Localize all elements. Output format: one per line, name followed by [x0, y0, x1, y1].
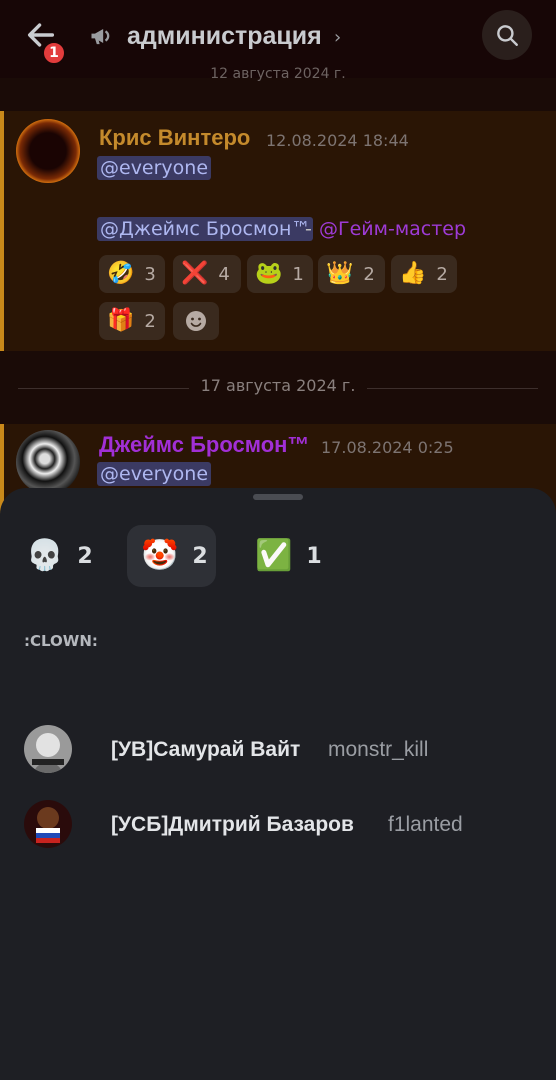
- tab-clown[interactable]: 🤡 2: [127, 525, 216, 587]
- channel-title[interactable]: администрация: [127, 22, 322, 51]
- search-button[interactable]: [482, 10, 532, 60]
- list-item[interactable]: [УВ]Самурай Вайт monstr_kill: [0, 719, 556, 779]
- reactions-sheet: 💀 2 🤡 2 ✅ 1 :CLOWN: [УВ]Самурай Вайт mon…: [0, 488, 556, 1080]
- megaphone-icon: [88, 22, 116, 50]
- date-divider-label: 17 августа 2024 г.: [188, 376, 368, 395]
- message-list[interactable]: 12 августа 2024 г. Крис Винтеро 12.08.20…: [0, 66, 556, 524]
- message-timestamp: 12.08.2024 18:44: [266, 131, 409, 150]
- reaction-name-label: :CLOWN:: [24, 632, 98, 650]
- chevron-right-icon: ›: [334, 27, 342, 48]
- date-divider-top: 12 августа 2024 г.: [210, 66, 346, 82]
- user-handle: monstr_kill: [328, 738, 429, 761]
- message-author[interactable]: Джеймс Бросмон™: [99, 432, 309, 458]
- tab-check[interactable]: ✅ 1: [241, 525, 331, 587]
- mention-user[interactable]: @Джеймс Бросмон™: [97, 217, 314, 241]
- avatar[interactable]: [24, 800, 72, 848]
- tab-count: 2: [192, 543, 208, 569]
- check-icon: ✅: [255, 538, 293, 573]
- user-display-name: [УВ]Самурай Вайт: [111, 738, 301, 761]
- reaction-gift[interactable]: 🎁 2: [99, 302, 165, 340]
- mention-role[interactable]: @Гейм-мастер: [319, 218, 466, 240]
- reaction-thumbsup[interactable]: 👍 2: [391, 255, 457, 293]
- skull-icon: 💀: [26, 538, 64, 573]
- separator-dash: -: [305, 218, 312, 240]
- drag-handle[interactable]: [253, 494, 303, 500]
- tab-skull[interactable]: 💀 2: [12, 525, 108, 587]
- tab-count: 1: [306, 543, 322, 569]
- reaction-cross[interactable]: ❌ 4: [173, 255, 241, 293]
- message-author[interactable]: Крис Винтеро: [99, 125, 250, 151]
- avatar[interactable]: [16, 119, 80, 183]
- user-display-name: [УСБ]Дмитрий Базаров: [111, 813, 354, 836]
- add-reaction-button[interactable]: [173, 302, 219, 340]
- message-timestamp: 17.08.2024 0:25: [321, 438, 454, 457]
- reaction-crown[interactable]: 👑 2: [318, 255, 385, 293]
- reaction-pepe[interactable]: 🐸 1: [247, 255, 313, 293]
- mention-everyone[interactable]: @everyone: [97, 462, 212, 486]
- reaction-rofl[interactable]: 🤣 3: [99, 255, 165, 293]
- search-icon: [497, 25, 518, 46]
- avatar[interactable]: [16, 430, 80, 494]
- mention-everyone[interactable]: @everyone: [97, 156, 212, 180]
- user-handle: f1lanted: [388, 813, 463, 836]
- avatar[interactable]: [24, 725, 72, 773]
- list-item[interactable]: [УСБ]Дмитрий Базаров f1lanted: [0, 794, 556, 854]
- date-divider: 17 августа 2024 г.: [0, 376, 556, 395]
- unread-badge: 1: [42, 41, 66, 65]
- tab-count: 2: [77, 543, 93, 569]
- add-reaction-icon: [186, 311, 206, 331]
- mention-highlight-bar: [0, 111, 4, 351]
- message-item[interactable]: Крис Винтеро 12.08.2024 18:44 @everyone …: [0, 111, 556, 351]
- clown-icon: 🤡: [141, 538, 179, 573]
- page: 1 администрация › 12 августа 2024 г. Кри…: [0, 0, 556, 1080]
